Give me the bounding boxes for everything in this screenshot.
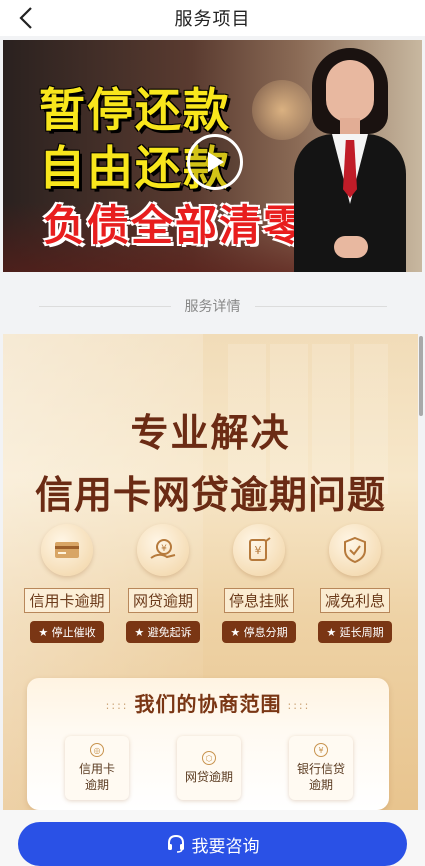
feature-item: ¥ 停息挂账 ★ 停息分期 [213,524,305,644]
coin-icon: ◎ [90,743,104,757]
scope-list: ◎ 信用卡 逾期 ⬡ 网贷逾期 ¥ 银行信贷 逾期 [65,736,353,800]
video-player[interactable]: 暂停还款 自由还款 负债全部清零 [3,40,422,272]
presenter-image [294,40,406,272]
poster-headline-1: 专业解决 [130,411,291,455]
bottom-bar: 我要咨询 [0,810,425,866]
play-button[interactable] [187,134,243,190]
feature-tag: ★ 避免起诉 [126,621,200,643]
service-poster: 专业解决 信用卡网贷逾期问题 信用卡逾期 ★ 停止催收 ¥ 网贷逾期 ★ 避免起… [3,334,418,810]
loan-hand-icon: ¥ [137,524,189,576]
feature-item: 减免利息 ★ 延长周期 [309,524,401,644]
presenter-hands [334,236,368,258]
divider-line-right [254,305,387,307]
hexagon-icon: ⬡ [202,751,216,765]
feature-title: 信用卡逾期 [24,588,110,613]
poster-headline-2: 信用卡网贷逾期问题 [34,473,386,517]
feature-tag: ★ 停止催收 [30,621,104,643]
feature-item: ¥ 网贷逾期 ★ 避免起诉 [117,524,209,644]
scope-item-label: 银行信贷 逾期 [296,762,345,792]
feature-list: 信用卡逾期 ★ 停止催收 ¥ 网贷逾期 ★ 避免起诉 ¥ 停息挂账 ★ 停息分期 [21,524,401,644]
consult-button[interactable]: 我要咨询 [18,822,407,866]
scope-title: :::: 我们的协商范围:::: [27,688,389,717]
scope-title-text: 我们的协商范围 [134,692,282,716]
scrollbar[interactable] [419,336,423,416]
section-label: 服务详情 [184,299,241,315]
yen-icon: ¥ [314,743,328,757]
feature-title: 网贷逾期 [127,588,198,613]
section-divider: 服务详情 [0,286,425,326]
nav-bar: 服务项目 [0,0,425,36]
svg-text:¥: ¥ [255,544,262,557]
feature-title: 停息挂账 [223,588,294,613]
scope-card: :::: 我们的协商范围:::: ◎ 信用卡 逾期 ⬡ 网贷逾期 ¥ 银行信贷 逾… [27,678,389,810]
feature-tag: ★ 延长周期 [318,621,392,643]
scope-item: ⬡ 网贷逾期 [177,736,241,800]
decor-dots-left: :::: [105,699,129,712]
page: 服务项目 暂停还款 自由还款 负债全部清零 服务详情 专业解决 信用卡网贷逾期问… [0,0,425,866]
svg-text:¥: ¥ [161,544,167,554]
card-icon [41,524,93,576]
video-caption-line-3: 负债全部清零 [43,201,308,250]
scope-item: ◎ 信用卡 逾期 [65,736,129,800]
scope-item-label: 信用卡 逾期 [78,762,115,792]
consult-button-label: 我要咨询 [191,836,260,857]
presenter-face [326,60,374,122]
feature-tag: ★ 停息分期 [222,621,296,643]
play-icon [208,152,224,172]
video-caption-line-1: 暂停还款 [39,83,231,137]
chevron-left-icon [19,7,32,29]
scope-item-label: 网贷逾期 [184,770,233,784]
feature-item: 信用卡逾期 ★ 停止催收 [21,524,113,644]
feature-title: 减免利息 [319,588,390,613]
back-button[interactable] [12,4,40,32]
scope-item: ¥ 银行信贷 逾期 [289,736,353,800]
decor-dots-right: :::: [287,699,311,712]
yen-document-icon: ¥ [233,524,285,576]
divider-line-left [38,305,171,307]
shield-check-icon [329,524,381,576]
page-title: 服务项目 [174,9,251,30]
headset-icon [167,834,184,853]
